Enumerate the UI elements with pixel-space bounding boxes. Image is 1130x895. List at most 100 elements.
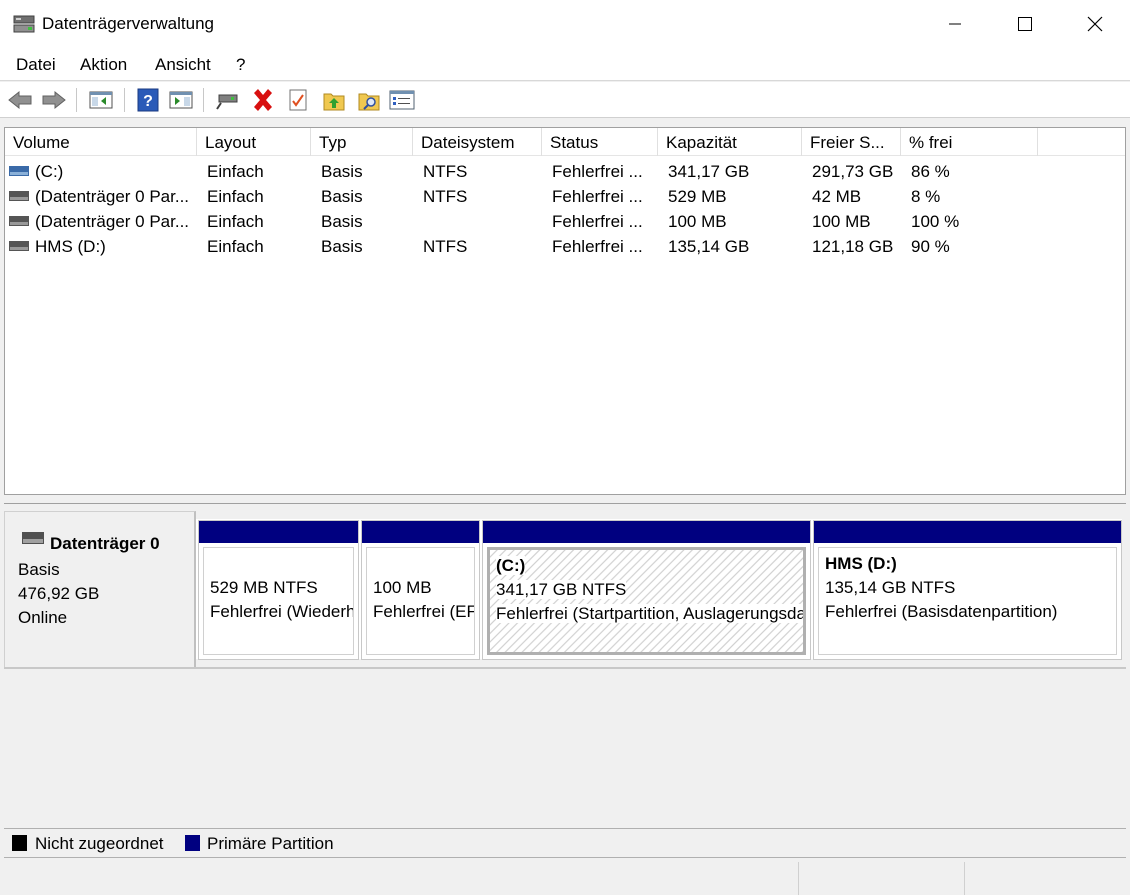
column-header-volume[interactable]: Volume (5, 128, 197, 156)
primary-partition-bar (814, 521, 1121, 543)
menu-datei[interactable]: Datei (16, 55, 56, 75)
search-folder-button[interactable] (355, 87, 383, 113)
partition-d[interactable]: HMS (D:) 135,14 GB NTFS Fehlerfrei (Basi… (813, 520, 1122, 660)
cell-freier-speicher: 291,73 GB (812, 162, 894, 181)
cell-dateisystem: NTFS (423, 237, 468, 256)
export-list-button[interactable] (320, 87, 348, 113)
title-bar: Datenträgerverwaltung (0, 0, 1130, 48)
cell-prozent-frei: 90 % (911, 237, 950, 256)
primary-partition-bar (199, 521, 358, 543)
disk-info-panel[interactable]: Datenträger 0 Basis 476,92 GB Online (4, 511, 196, 669)
table-row[interactable]: (Datenträger 0 Par... Einfach Basis NTFS… (5, 184, 1125, 209)
status-bar-separator (798, 862, 799, 895)
partition-status: Fehlerfrei (EF (373, 602, 475, 621)
cell-freier-speicher: 121,18 GB (812, 237, 894, 256)
action-pane-button[interactable] (167, 87, 195, 113)
partition-c[interactable]: (C:) 341,17 GB NTFS Fehlerfrei (Startpar… (482, 520, 811, 660)
status-bar-separator (964, 862, 965, 895)
partition-body: 529 MB NTFS Fehlerfrei (Wiederh (203, 547, 354, 655)
partition-status: Fehlerfrei (Basisdatenpartition) (825, 602, 1058, 621)
partition-recovery[interactable]: 529 MB NTFS Fehlerfrei (Wiederh (198, 520, 359, 660)
volume-list-header: Volume Layout Typ Dateisystem Status Kap… (5, 128, 1125, 156)
legend-label-unallocated: Nicht zugeordnet (35, 834, 164, 853)
partition-size-fs: 341,17 GB NTFS (496, 580, 627, 599)
cell-typ: Basis (321, 187, 363, 206)
column-header-typ[interactable]: Typ (311, 128, 413, 156)
properties-button[interactable] (284, 87, 312, 113)
window-title: Datenträgerverwaltung (42, 14, 214, 33)
cell-kapazitaet: 341,17 GB (668, 162, 750, 181)
maximize-button[interactable] (990, 0, 1060, 48)
back-arrow-icon (8, 90, 32, 110)
partition-efi[interactable]: 100 MB Fehlerfrei (EF (361, 520, 480, 660)
partition-title (210, 552, 353, 576)
forward-button[interactable] (40, 87, 68, 113)
disk-icon (22, 532, 44, 544)
close-button[interactable] (1060, 0, 1130, 48)
help-button[interactable]: ? (134, 87, 162, 113)
cell-volume: (C:) (35, 162, 64, 181)
maximize-icon (1018, 17, 1032, 31)
settings-list-icon (389, 90, 415, 110)
cell-volume: (Datenträger 0 Par... (35, 212, 190, 231)
disk-graphical-view: Datenträger 0 Basis 476,92 GB Online 529… (4, 505, 1126, 828)
volume-list: Volume Layout Typ Dateisystem Status Kap… (4, 127, 1126, 495)
cell-kapazitaet: 135,14 GB (668, 237, 750, 256)
cell-kapazitaet: 100 MB (668, 212, 727, 231)
legend-label-primary: Primäre Partition (207, 834, 334, 853)
properties-checklist-icon (289, 89, 307, 111)
column-header-kapazitaet[interactable]: Kapazität (658, 128, 802, 156)
minimize-icon (949, 23, 961, 25)
menu-help[interactable]: ? (236, 55, 245, 75)
toolbar-separator (124, 88, 125, 112)
svg-text:?: ? (143, 93, 153, 110)
table-row[interactable]: (Datenträger 0 Par... Einfach Basis Fehl… (5, 209, 1125, 234)
partition-title (373, 552, 474, 576)
cell-status: Fehlerfrei ... (552, 237, 643, 256)
cell-kapazitaet: 529 MB (668, 187, 727, 206)
column-header-status[interactable]: Status (542, 128, 658, 156)
close-icon (1087, 16, 1103, 32)
cell-volume: HMS (D:) (35, 237, 106, 256)
column-header-dateisystem[interactable]: Dateisystem (413, 128, 542, 156)
search-folder-icon (358, 93, 380, 111)
pane-splitter[interactable] (4, 496, 1126, 504)
drive-icon (9, 216, 29, 226)
cell-typ: Basis (321, 212, 363, 231)
connect-disk-button[interactable] (214, 87, 242, 113)
column-header-prozent-frei[interactable]: % frei (901, 128, 1038, 156)
partition-size-fs: 135,14 GB NTFS (825, 578, 956, 597)
minimize-button[interactable] (920, 0, 990, 48)
cell-dateisystem: NTFS (423, 187, 468, 206)
column-header-freier-speicher[interactable]: Freier S... (802, 128, 901, 156)
disk-name: Datenträger 0 (50, 534, 160, 553)
cell-status: Fehlerfrei ... (552, 187, 643, 206)
table-row[interactable]: HMS (D:) Einfach Basis NTFS Fehlerfrei .… (5, 234, 1125, 259)
cell-prozent-frei: 86 % (911, 162, 950, 181)
export-list-icon (323, 93, 345, 111)
menu-aktion[interactable]: Aktion (80, 55, 127, 75)
disk-type: Basis (18, 560, 60, 579)
disk-row-divider (4, 667, 1126, 669)
table-row[interactable]: (C:) Einfach Basis NTFS Fehlerfrei ... 3… (5, 159, 1125, 184)
cell-prozent-frei: 8 % (911, 187, 941, 206)
menu-bar: Datei Aktion Ansicht ? (0, 48, 1130, 81)
console-tree-button[interactable] (87, 87, 115, 113)
drive-icon (9, 166, 29, 176)
settings-list-button[interactable] (388, 87, 416, 113)
column-header-layout[interactable]: Layout (197, 128, 311, 156)
cell-layout: Einfach (207, 237, 264, 256)
toolbar-separator (76, 88, 77, 112)
cell-layout: Einfach (207, 212, 264, 231)
cell-status: Fehlerfrei ... (552, 212, 643, 231)
show-hide-console-tree-icon (89, 91, 113, 109)
back-button[interactable] (6, 87, 34, 113)
delete-button[interactable] (249, 87, 277, 113)
drive-icon (9, 241, 29, 251)
toolbar-separator (203, 88, 204, 112)
legend-swatch-primary (185, 835, 200, 851)
disk-management-icon (13, 14, 35, 34)
menu-ansicht[interactable]: Ansicht (155, 55, 211, 75)
disk-size: 476,92 GB (18, 584, 100, 603)
cell-typ: Basis (321, 237, 363, 256)
